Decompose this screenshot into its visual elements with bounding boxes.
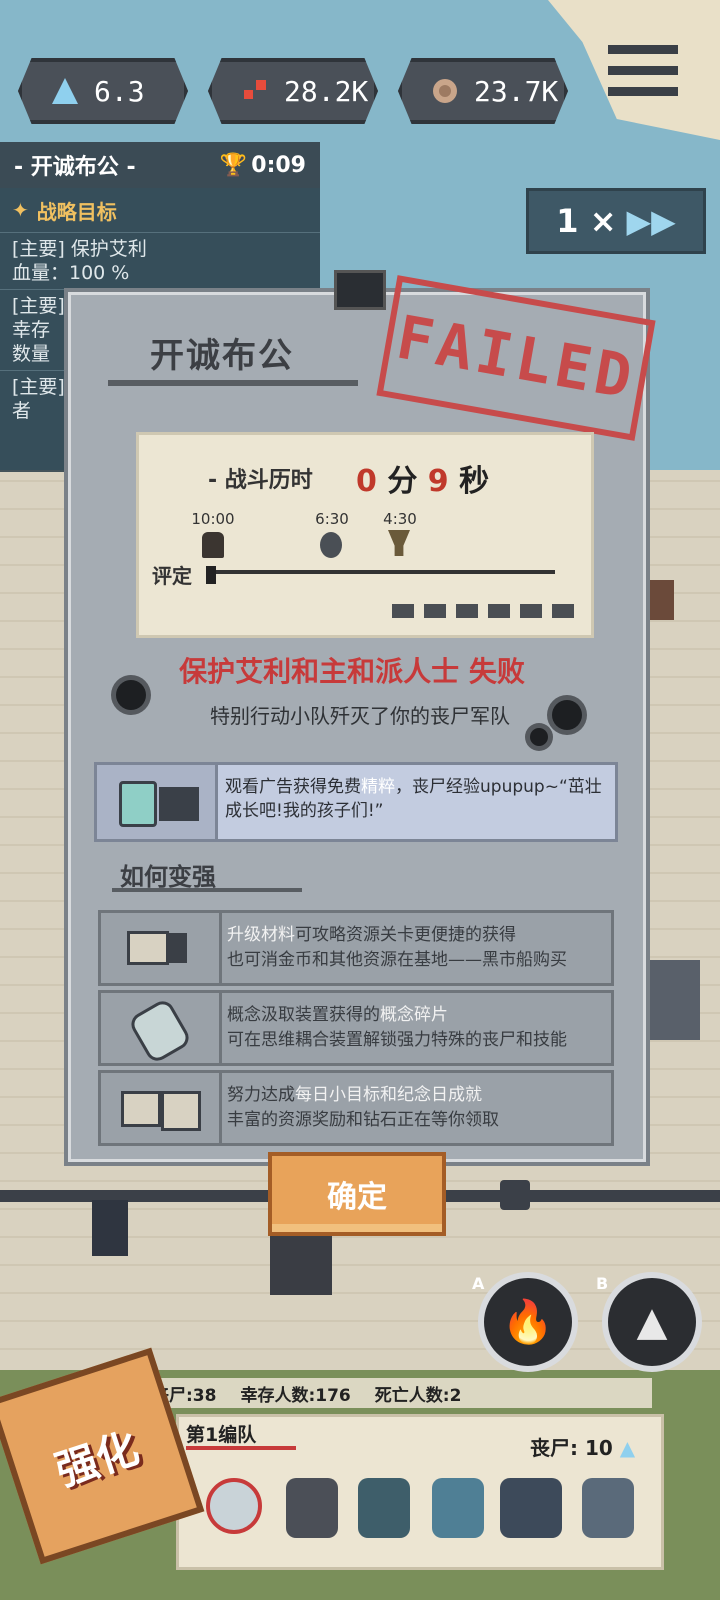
tip-highlight: 概念碎片: [380, 1005, 448, 1025]
battle-time-label: - 战斗历时: [208, 468, 313, 493]
clip-icon: [334, 270, 386, 310]
fast-forward-icon: ▶▶: [626, 202, 676, 240]
tip-line: 努力达成: [227, 1085, 295, 1105]
tip-line: 可攻略资源关卡更便捷的获得: [295, 925, 516, 945]
unit-slot-selected[interactable]: [206, 1478, 262, 1534]
menu-icon: [608, 45, 678, 54]
fail-title: 保护艾利和主和派人士 失败: [179, 655, 525, 688]
squad-underline: [186, 1446, 296, 1450]
tip-text: 升级材料可攻略资源关卡更便捷的获得 也可消金币和其他资源在基地——黑市船购买: [227, 923, 607, 973]
watch-ad-card[interactable]: 观看广告获得免费精粹，丧尸经验upupup~“茁壮成长吧!我的孩子们!”: [94, 762, 618, 842]
confirm-label: 确定: [327, 1180, 387, 1215]
bullet-hole: [552, 700, 582, 730]
squad-name[interactable]: 第1编队: [186, 1420, 256, 1447]
unit-slot[interactable]: [358, 1478, 410, 1538]
rating-mark-time: 6:30: [315, 510, 349, 528]
mission-timer-value: 0:09: [251, 152, 306, 178]
tip-line: 可在思维耦合装置解锁强力特殊的丧尸和技能: [227, 1030, 567, 1050]
mission-section: ✦ 战略目标: [0, 188, 320, 232]
crowd-figure: [650, 960, 700, 1040]
brain-icon: [428, 74, 462, 108]
fail-description: 特别行动小队歼灭了你的丧尸军队: [210, 704, 510, 728]
speed-button[interactable]: 1 × ▶▶: [526, 188, 706, 254]
silver-medal-icon: [320, 532, 342, 558]
tip-highlight: 升级材料: [227, 925, 295, 945]
objective-item: [主要] 保护艾利 血量：100 %: [0, 232, 320, 289]
concept-fragment-icon: [101, 993, 222, 1066]
unit-slot[interactable]: [286, 1478, 338, 1538]
rating-label: 评定: [152, 564, 192, 588]
unit-slot[interactable]: [432, 1478, 484, 1538]
calendar-icon: [101, 1073, 222, 1143]
divider: [108, 380, 358, 386]
tip-upgrade-materials[interactable]: 升级材料可攻略资源关卡更便捷的获得 也可消金币和其他资源在基地——黑市船购买: [98, 910, 614, 986]
skill-b-button[interactable]: ▲: [602, 1272, 702, 1372]
tip-highlight: 每日小目标和纪念日成就: [295, 1085, 482, 1105]
skill-b-key: B: [596, 1274, 609, 1293]
howto-title: 如何变强: [120, 863, 216, 891]
objective-detail: 血量：100 %: [12, 262, 130, 284]
blood-icon: [238, 74, 272, 108]
mission-title: - 开诚布公 -: [14, 155, 136, 180]
skill-a-button[interactable]: 🔥: [478, 1272, 578, 1372]
resource-blood: 28.2K: [208, 58, 378, 124]
seconds-unit: 秒: [459, 464, 490, 499]
confirm-button[interactable]: 确定: [268, 1152, 446, 1236]
rating-mark-time: 10:00: [191, 510, 235, 528]
tip-text: 概念汲取装置获得的概念碎片 可在思维耦合装置解锁强力特殊的丧尸和技能: [227, 1003, 607, 1053]
tip-line: 也可消金币和其他资源在基地——黑市船购买: [227, 950, 567, 970]
target-icon: ✦: [12, 198, 29, 222]
resource-brain-value: 23.7K: [474, 74, 559, 108]
resource-brain: 23.7K: [398, 58, 568, 124]
survivor-count-stat: 幸存人数:176: [240, 1385, 351, 1406]
upgrade-label: 强化: [49, 1422, 145, 1496]
minutes-unit: 分: [387, 464, 418, 499]
resource-crystal: 6.3: [18, 58, 188, 124]
battle-seconds: 9: [427, 464, 449, 499]
crowd-figure: [500, 1180, 530, 1210]
crowd-figure: [92, 1200, 128, 1256]
speed-label: 1 ×: [556, 202, 617, 240]
resource-crystal-value: 6.3: [94, 74, 145, 108]
rating-pointer: [206, 566, 216, 584]
ad-text: 观看广告获得免费精粹，丧尸经验upupup~“茁壮成长吧!我的孩子们!”: [225, 775, 605, 823]
mission-timer: 🏆 0:09: [220, 153, 306, 178]
tip-line: 丰富的资源奖励和钻石正在等你领取: [227, 1110, 499, 1130]
death-count-stat: 死亡人数:2: [374, 1385, 462, 1406]
objective-label: [主要] 保护艾利: [12, 238, 147, 260]
squad-zombie-count-value: 丧尸: 10: [530, 1436, 613, 1460]
crystal-icon: [48, 74, 82, 108]
video-ad-icon: [97, 765, 218, 839]
triangle-skill-icon: ▲: [636, 1299, 668, 1345]
skill-a-key: A: [472, 1274, 485, 1293]
resource-blood-value: 28.2K: [284, 74, 369, 108]
menu-button[interactable]: [608, 45, 678, 105]
mission-section-label: 战略目标: [36, 199, 117, 224]
trophy-icon: 🏆: [219, 152, 248, 178]
dialog-title: 开诚布公: [150, 336, 294, 376]
ad-text-part: 观看广告获得免费: [225, 777, 361, 797]
rating-mark-time: 4:30: [383, 510, 417, 528]
fire-skill-icon: 🔥: [501, 1297, 555, 1346]
materials-icon: [101, 913, 222, 983]
dash-decoration: [392, 604, 582, 618]
battle-time-value: 0 分 9 秒: [356, 456, 489, 500]
unit-slot[interactable]: [582, 1478, 634, 1538]
battle-stats-bar: 丧尸:38 幸存人数:176 死亡人数:2: [140, 1378, 652, 1408]
squad-zombie-count: 丧尸: 10 ▲: [530, 1432, 635, 1461]
bullet-hole: [530, 728, 548, 746]
crystal-icon: ▲: [619, 1436, 636, 1460]
unit-slot[interactable]: [500, 1478, 562, 1538]
rating-axis: [210, 570, 555, 574]
divider: [112, 888, 302, 892]
bullet-hole: [116, 680, 146, 710]
tip-line: 概念汲取装置获得的: [227, 1005, 380, 1025]
tip-concept-fragments[interactable]: 概念汲取装置获得的概念碎片 可在思维耦合装置解锁强力特殊的丧尸和技能: [98, 990, 614, 1066]
battle-minutes: 0: [356, 464, 377, 499]
tip-text: 努力达成每日小目标和纪念日成就 丰富的资源奖励和钻石正在等你领取: [227, 1083, 607, 1133]
ad-text-highlight: 精粹: [361, 777, 395, 797]
tip-daily-goals[interactable]: 努力达成每日小目标和纪念日成就 丰富的资源奖励和钻石正在等你领取: [98, 1070, 614, 1146]
bronze-medal-icon: [202, 532, 224, 558]
